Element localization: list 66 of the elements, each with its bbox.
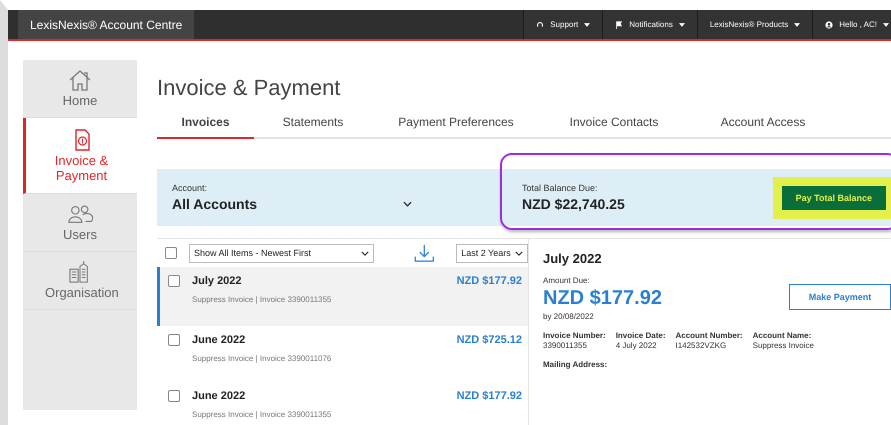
field-label: Invoice Number: xyxy=(543,331,606,340)
field-value: 3390011355 xyxy=(543,341,588,350)
pay-total-button[interactable]: Pay Total Balance xyxy=(782,186,886,210)
sidebar-item[interactable]: Users xyxy=(23,194,137,252)
account-value: All Accounts xyxy=(172,196,258,212)
users-icon xyxy=(67,203,93,225)
field-label: Mailing Address: xyxy=(543,360,608,369)
field-label: Invoice Date: xyxy=(616,331,666,340)
invoice-subtitle: Suppress Invoice | Invoice 3390011355 xyxy=(192,410,332,419)
sort-select[interactable]: Show All Items - Newest First xyxy=(189,244,374,262)
sidebar-item[interactable]: Invoice & Payment xyxy=(23,118,137,194)
invoice-row[interactable]: June 2022 Suppress Invoice | Invoice 3390011076 NZD $725.12 xyxy=(157,326,528,382)
field-label: Account Number: xyxy=(675,331,743,340)
field-value: Suppress Invoice xyxy=(752,341,814,350)
due-date: by 20/08/2022 xyxy=(543,312,595,321)
period-select[interactable]: Last 2 Years xyxy=(456,244,528,262)
tab[interactable]: Statements xyxy=(254,109,372,139)
caret-icon xyxy=(678,22,685,26)
row-checkbox[interactable] xyxy=(168,390,180,402)
field-label: Account Name: xyxy=(752,331,812,340)
sidebar-item[interactable]: Organisation xyxy=(23,252,137,310)
balance-amount: NZD $22,740.25 xyxy=(522,196,625,212)
invoice-subtitle: Suppress Invoice | Invoice 3390011355 xyxy=(192,295,332,304)
tab[interactable]: Invoice Contacts xyxy=(540,109,688,139)
balance-label: Total Balance Due: xyxy=(522,183,599,193)
chevron-icon xyxy=(403,200,412,206)
home-icon xyxy=(67,69,93,91)
tab[interactable]: Invoices xyxy=(157,109,254,139)
invoice-row[interactable]: June 2022 Suppress Invoice | Invoice 3390011355 NZD $177.92 xyxy=(157,382,528,425)
amount-due: NZD $177.92 xyxy=(543,287,663,310)
field-value: I142532VZKG xyxy=(675,341,728,350)
nav-menu[interactable]: Hello , AC! xyxy=(812,10,891,39)
tab[interactable]: Payment Preferences xyxy=(372,109,540,139)
invoice-amount: NZD $725.12 xyxy=(456,334,522,346)
invoice-amount: NZD $177.92 xyxy=(456,390,522,402)
nav-menu[interactable]: Notifications xyxy=(602,10,697,39)
invoice-month: June 2022 xyxy=(192,334,246,346)
nav-menu[interactable]: LexisNexis® Products xyxy=(696,10,812,39)
sidebar-item[interactable]: Home xyxy=(23,60,137,118)
nav-menu[interactable]: Support xyxy=(523,10,602,39)
amount-label: Amount Due: xyxy=(543,276,591,285)
row-checkbox[interactable] xyxy=(168,275,180,287)
app-title[interactable]: LexisNexis® Account Centre xyxy=(18,10,194,39)
field-value: 4 July 2022 xyxy=(616,341,658,350)
make-payment-button[interactable]: Make Payment xyxy=(789,284,891,310)
headset-icon xyxy=(536,20,544,28)
download-icon[interactable] xyxy=(414,244,434,262)
account-label: Account: xyxy=(172,183,208,193)
detail-title: July 2022 xyxy=(543,251,603,266)
account-select[interactable]: Account: All Accounts xyxy=(157,183,412,212)
caret-icon xyxy=(883,22,889,26)
page-title: Invoice & Payment xyxy=(157,75,342,101)
invoice-month: June 2022 xyxy=(192,390,246,402)
select-all-checkbox[interactable] xyxy=(165,247,177,259)
caret-icon xyxy=(584,22,590,26)
invoice-subtitle: Suppress Invoice | Invoice 3390011076 xyxy=(192,354,332,363)
tab[interactable]: Account Access xyxy=(688,109,838,139)
chevron-icon xyxy=(515,250,523,256)
flag-icon xyxy=(615,20,624,28)
invoice-row[interactable]: July 2022 Suppress Invoice | Invoice 3390011355 NZD $177.92 xyxy=(157,267,528,326)
chevron-icon xyxy=(360,250,369,256)
invoice-amount: NZD $177.92 xyxy=(456,275,522,287)
caret-icon xyxy=(794,22,800,26)
user-icon xyxy=(825,20,834,28)
row-checkbox[interactable] xyxy=(168,334,180,346)
invoice-month: July 2022 xyxy=(192,275,243,287)
